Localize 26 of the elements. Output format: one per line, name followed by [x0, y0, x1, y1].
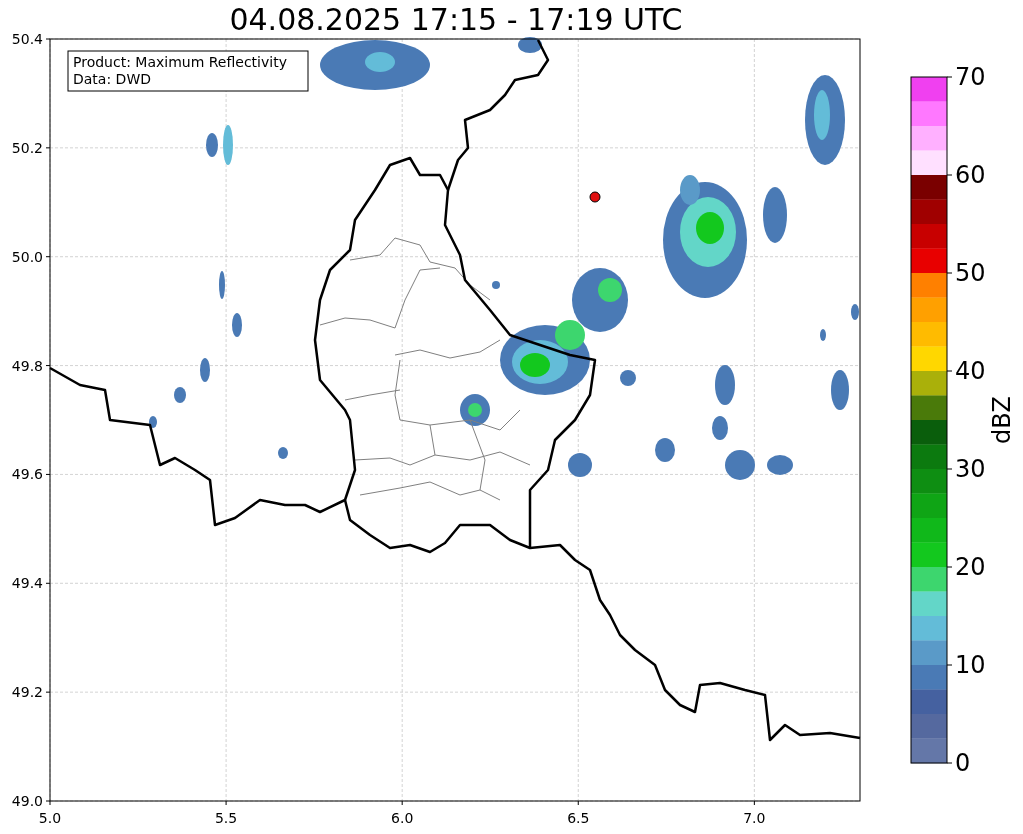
- colorbar-tick-label: 50: [955, 259, 986, 287]
- colorbar-tick-label: 20: [955, 553, 986, 581]
- tick-label: 49.8: [11, 357, 43, 374]
- info-text: Product: Maximum Reflectivity: [73, 54, 287, 70]
- tick-label: 50.4: [11, 31, 43, 47]
- colorbar-tick-label: 0: [955, 749, 971, 777]
- colorbar-tick-label: 40: [955, 357, 986, 385]
- tick-label: 50.2: [11, 139, 43, 156]
- tick-label: 49.0: [11, 793, 43, 809]
- tick-label: 5.0: [38, 810, 62, 826]
- location-marker: [589, 191, 601, 203]
- colorbar-label: dBZ: [988, 395, 1016, 445]
- tick-label: 49.4: [11, 575, 43, 592]
- colorbar-tick-label: 30: [955, 455, 986, 483]
- tick-label: 49.2: [11, 684, 43, 701]
- colorbar-tick-label: 60: [955, 161, 986, 189]
- tick-label: 6.0: [391, 810, 414, 826]
- tick-label: 49.6: [11, 466, 43, 483]
- info-text: Data: DWD: [73, 71, 151, 87]
- tick-label: 7.0: [743, 810, 766, 826]
- colorbar-tick-label: 70: [955, 63, 986, 91]
- tick-label: 5.5: [214, 810, 238, 826]
- tick-label: 50.0: [11, 248, 43, 265]
- colorbar-tick-label: 10: [955, 651, 986, 679]
- chart-title: 04.08.2025 17:15 - 17:19 UTC: [229, 2, 683, 37]
- tick-label: 6.5: [567, 810, 590, 826]
